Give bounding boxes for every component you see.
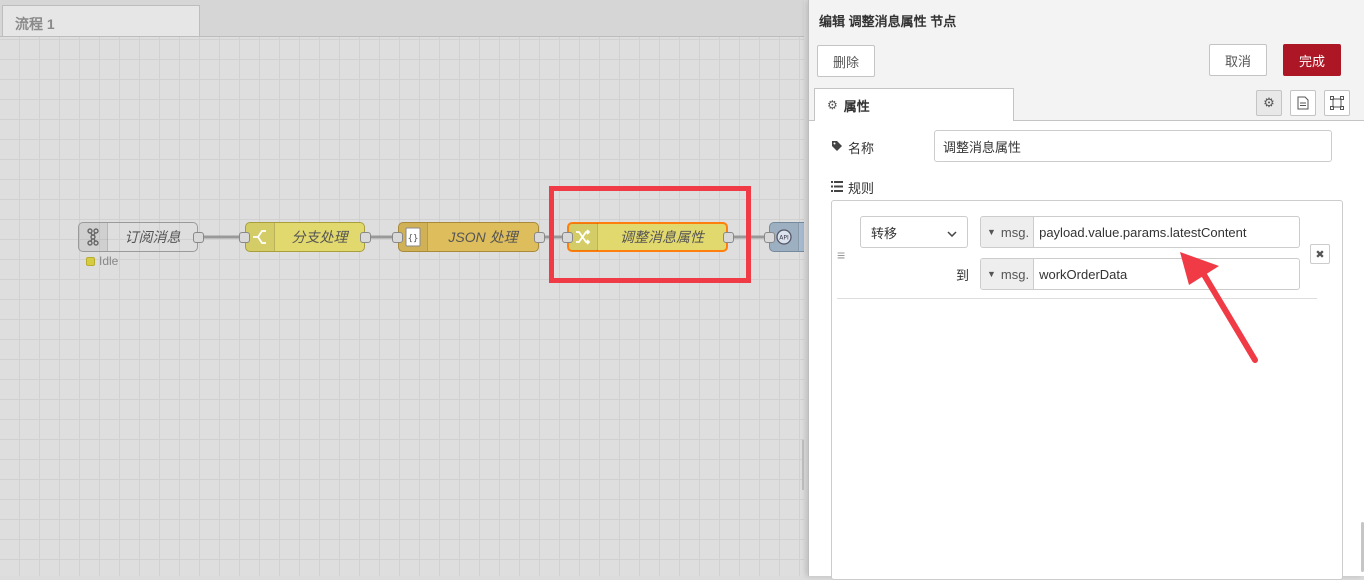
highlight-box <box>549 186 751 283</box>
name-label: 名称 <box>831 138 874 157</box>
document-icon <box>1297 96 1309 110</box>
json-icon: {} <box>399 223 428 251</box>
to-type-selector[interactable]: ▼ msg. <box>981 259 1035 289</box>
rules-label-text: 规则 <box>848 181 875 196</box>
node-switch[interactable]: 分支处理 <box>245 222 365 252</box>
frame-icon <box>1330 96 1344 110</box>
list-icon <box>831 180 843 195</box>
node-description-button[interactable] <box>1290 90 1316 116</box>
tray-toolbar: 删除 取消 完成 <box>809 36 1364 87</box>
caret-down-icon: ▼ <box>987 269 996 279</box>
chevron-down-icon <box>947 225 957 240</box>
drag-handle-icon[interactable]: ≡ <box>837 247 845 263</box>
workspace: 流程 1 订阅消息 Idle 分支处理 {} JSON 处理 调整消息属性 AP… <box>0 0 804 576</box>
from-type-label: msg. <box>1000 224 1030 240</box>
resize-handle[interactable] <box>802 440 804 490</box>
input-port[interactable] <box>764 232 775 243</box>
name-input[interactable]: 调整消息属性 <box>934 130 1332 162</box>
node-settings-button[interactable]: ⚙ <box>1256 90 1282 116</box>
node-appearance-button[interactable] <box>1324 90 1350 116</box>
to-type-label: msg. <box>1000 266 1030 282</box>
node-label: 分支处理 <box>291 229 348 245</box>
svg-text:{}: {} <box>408 234 419 244</box>
to-label: 到 <box>956 268 970 283</box>
node-json[interactable]: {} JSON 处理 <box>398 222 539 252</box>
tray-body: ⚙ 属性 ⚙ 名称 调整消息属性 规则 ≡ 转移 ▼ msg. payload.… <box>809 86 1364 580</box>
node-subscribe[interactable]: 订阅消息 <box>78 222 198 252</box>
cancel-button[interactable]: 取消 <box>1209 44 1267 76</box>
switch-icon <box>246 223 275 251</box>
tray-title: 编辑 调整消息属性 节点 <box>819 14 957 29</box>
from-type-selector[interactable]: ▼ msg. <box>981 217 1035 247</box>
node-label: 订阅消息 <box>124 229 181 245</box>
to-property-value: workOrderData <box>1039 266 1128 282</box>
done-button[interactable]: 完成 <box>1283 44 1341 76</box>
from-property-input[interactable]: ▼ msg. payload.value.params.latestConten… <box>980 216 1300 248</box>
edit-tray: 编辑 调整消息属性 节点 删除 取消 完成 ⚙ 属性 ⚙ 名称 调整消息属性 规… <box>808 0 1364 580</box>
svg-text:API: API <box>779 235 789 242</box>
flow-tab[interactable]: 流程 1 <box>2 5 200 36</box>
node-status: Idle <box>86 254 118 268</box>
caret-down-icon: ▼ <box>987 227 996 237</box>
flow-tab-bar: 流程 1 <box>0 0 804 37</box>
status-text: Idle <box>99 254 119 268</box>
rules-label: 规则 <box>831 178 874 197</box>
output-port[interactable] <box>534 232 545 243</box>
input-port[interactable] <box>392 232 403 243</box>
tab-properties[interactable]: ⚙ 属性 <box>814 88 1014 121</box>
gear-icon: ⚙ <box>827 98 838 112</box>
remove-rule-button[interactable]: ✖ <box>1310 244 1330 264</box>
delete-button[interactable]: 删除 <box>817 45 875 77</box>
output-port[interactable] <box>193 232 204 243</box>
close-icon: ✖ <box>1315 248 1325 261</box>
from-property-value: payload.value.params.latestContent <box>1039 224 1247 240</box>
rule-action-select[interactable]: 转移 <box>860 216 968 248</box>
gear-icon: ⚙ <box>1263 95 1275 110</box>
to-property-input[interactable]: ▼ msg. workOrderData <box>980 258 1300 290</box>
name-label-text: 名称 <box>848 141 875 156</box>
tag-icon <box>831 140 843 155</box>
wires <box>202 235 765 239</box>
subscribe-icon <box>79 223 108 251</box>
tab-label: 属性 <box>843 98 870 114</box>
status-dot-icon <box>86 256 95 266</box>
input-port[interactable] <box>239 232 250 243</box>
flow-canvas[interactable]: 订阅消息 Idle 分支处理 {} JSON 处理 调整消息属性 API <box>0 37 804 576</box>
rule-action-value: 转移 <box>871 225 898 241</box>
rules-list: ≡ 转移 ▼ msg. payload.value.params.latestC… <box>831 200 1343 580</box>
node-label: JSON 处理 <box>448 229 518 245</box>
output-port[interactable] <box>360 232 371 243</box>
rule-divider <box>837 298 1317 299</box>
